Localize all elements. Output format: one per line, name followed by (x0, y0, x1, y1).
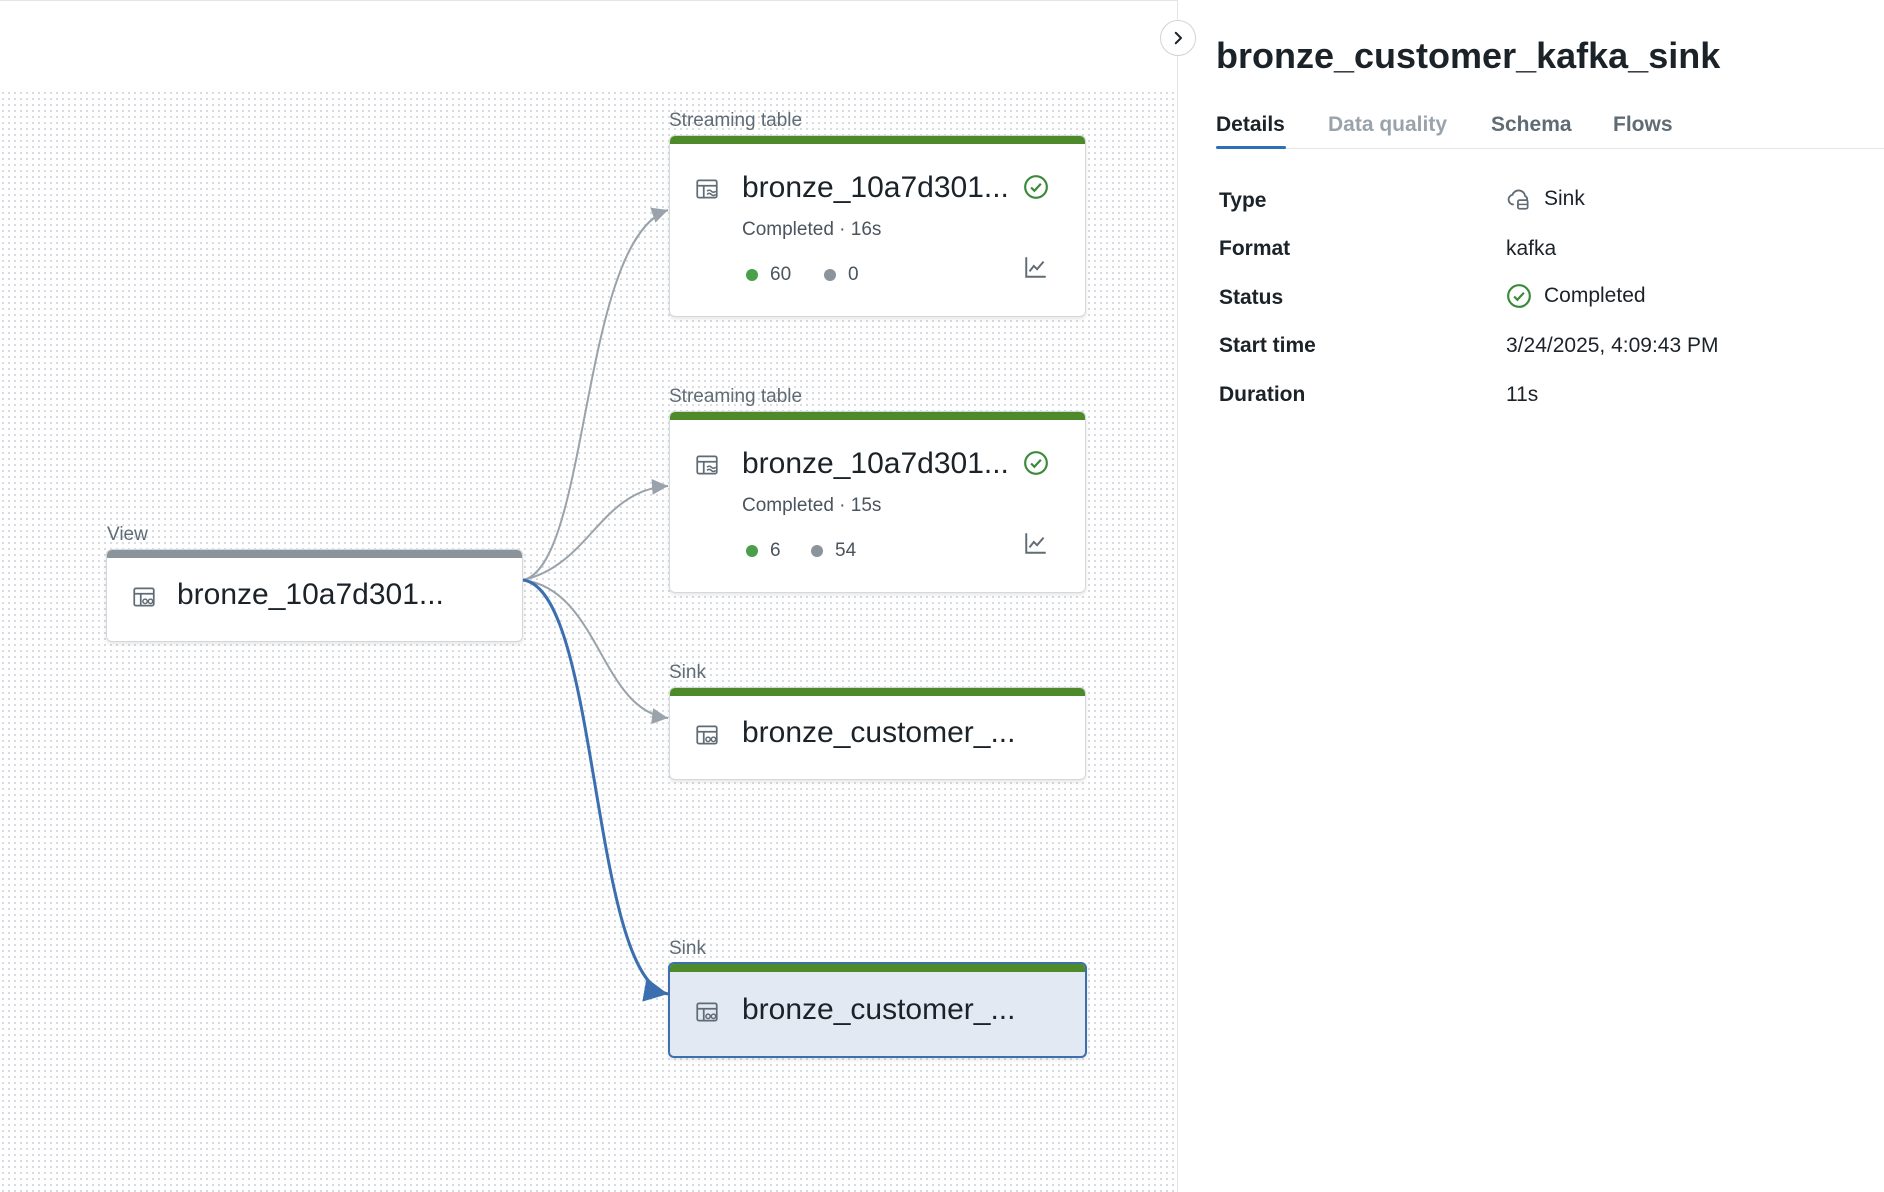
tab-flows[interactable]: Flows (1613, 112, 1673, 138)
tab-schema[interactable]: Schema (1491, 112, 1572, 138)
panel-tabs: Details Data quality Schema Flows (1216, 108, 1884, 149)
node-type-label: Streaming table (669, 386, 803, 407)
detail-value-status: Completed (1506, 283, 1646, 309)
node-status-bar (670, 136, 1085, 144)
node-status-bar (670, 412, 1085, 420)
tab-details[interactable]: Details (1216, 112, 1285, 138)
detail-value-format: kafka (1506, 236, 1556, 262)
view-icon (133, 587, 155, 607)
detail-label-format: Format (1219, 237, 1291, 260)
metric-value: 0 (848, 264, 859, 285)
metric-written-rows: 60 (746, 264, 791, 286)
metric-written-rows: 6 (746, 540, 781, 562)
node-status-text: Completed · 16s (742, 219, 882, 240)
node-status-text: Completed · 15s (742, 495, 882, 516)
line-chart-icon[interactable] (1023, 254, 1049, 280)
metric-value: 54 (835, 540, 857, 561)
graph-node-view[interactable]: bronze_10a7d301... (106, 549, 523, 642)
node-type-label: View (107, 524, 148, 545)
chevron-right-icon (1174, 31, 1182, 45)
green-dot-icon (746, 545, 758, 557)
completed-check-icon (1024, 451, 1048, 475)
node-status-bar (670, 688, 1085, 696)
details-panel (1177, 0, 1884, 1192)
line-chart-icon[interactable] (1023, 530, 1049, 556)
detail-value-text: kafka (1506, 237, 1557, 260)
detail-value-text: Sink (1544, 187, 1585, 210)
edge-view-to-streaming-table-2 (522, 478, 669, 581)
detail-value-text: Completed (1544, 284, 1646, 307)
node-status-bar (670, 964, 1085, 972)
sink-icon (696, 1002, 718, 1022)
metric-value: 60 (770, 264, 792, 285)
streaming-table-icon (696, 455, 718, 475)
active-tab-indicator (1216, 146, 1286, 149)
node-name: bronze_10a7d301... (742, 447, 1009, 480)
edge-view-to-streaming-table-1 (522, 207, 669, 581)
graph-node-streaming-table[interactable]: bronze_10a7d301... Completed · 16s 60 0 (669, 135, 1086, 317)
metric-dropped-rows: 0 (824, 264, 859, 286)
check-circle-icon (1507, 284, 1531, 308)
detail-label-type: Type (1219, 189, 1267, 212)
node-name: bronze_10a7d301... (177, 578, 444, 611)
node-type-label: Sink (669, 662, 706, 683)
node-name: bronze_customer_... (742, 993, 1016, 1026)
node-type-label: Streaming table (669, 110, 803, 131)
metric-dropped-rows: 54 (811, 540, 856, 562)
graph-node-streaming-table[interactable]: bronze_10a7d301... Completed · 15s 6 54 (669, 411, 1086, 593)
gray-dot-icon (811, 545, 823, 557)
panel-title: bronze_customer_kafka_sink (1216, 35, 1721, 76)
detail-value-type: Sink (1506, 186, 1585, 212)
completed-check-icon (1024, 175, 1048, 199)
streaming-table-icon (696, 179, 718, 199)
gray-dot-icon (824, 269, 836, 281)
node-name: bronze_10a7d301... (742, 171, 1009, 204)
cloud-sink-icon (1507, 189, 1529, 210)
detail-label-start-time: Start time (1219, 334, 1316, 357)
node-status-bar (107, 550, 522, 558)
sink-icon (696, 725, 718, 745)
node-type-label: Sink (669, 938, 706, 959)
tab-data-quality[interactable]: Data quality (1328, 112, 1447, 138)
node-name: bronze_customer_... (742, 716, 1016, 749)
detail-label-duration: Duration (1219, 383, 1306, 406)
metric-value: 6 (770, 540, 781, 561)
green-dot-icon (746, 269, 758, 281)
detail-value-duration: 11s (1506, 382, 1538, 408)
graph-node-sink[interactable]: bronze_customer_... (669, 687, 1086, 780)
detail-label-status: Status (1219, 286, 1284, 309)
edge-view-to-sink-1 (522, 579, 669, 725)
graph-node-sink-selected[interactable]: bronze_customer_... (668, 962, 1087, 1058)
collapse-panel-button[interactable] (1160, 20, 1196, 56)
detail-value-text: 3/24/2025, 4:09:43 PM (1506, 334, 1719, 357)
detail-value-text: 11s (1506, 383, 1539, 406)
detail-value-start-time: 3/24/2025, 4:09:43 PM (1506, 333, 1719, 359)
